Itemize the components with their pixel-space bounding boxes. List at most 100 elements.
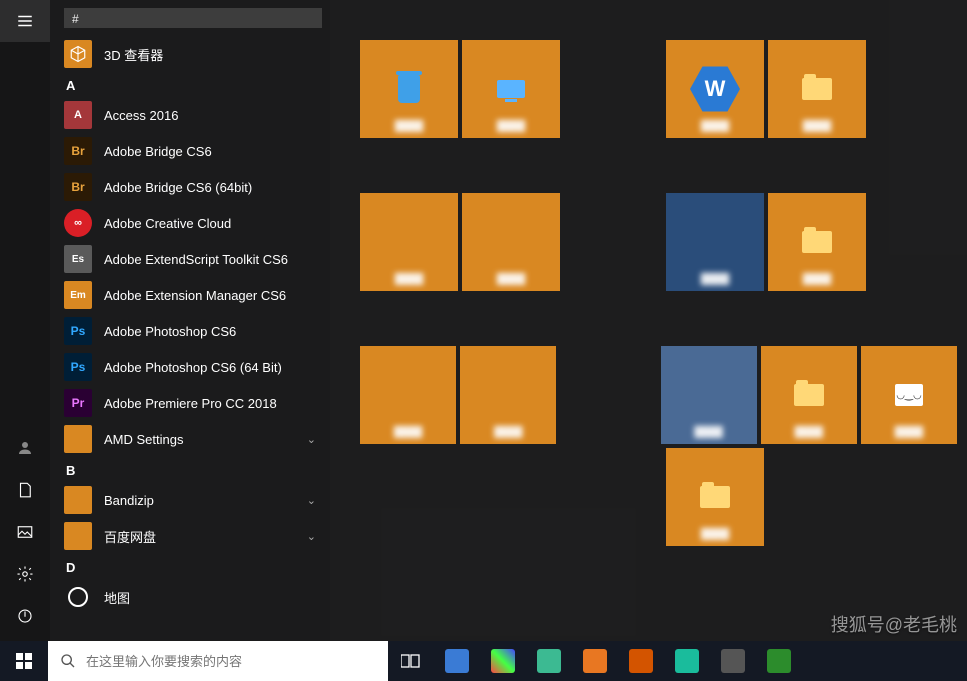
computer-icon — [497, 80, 525, 98]
taskbar-app-2[interactable] — [480, 641, 526, 681]
windows-icon — [16, 653, 32, 669]
premiere-icon: Pr — [64, 389, 92, 417]
list-top-hint: # — [64, 8, 322, 28]
taskbar-icons — [388, 641, 802, 681]
pictures-icon — [16, 523, 34, 541]
tile-row-4: ████ — [360, 448, 957, 546]
tile-recycle-bin[interactable]: ████ — [360, 40, 458, 138]
letter-header-a[interactable]: A — [50, 72, 330, 97]
taskbar-app-7[interactable] — [710, 641, 756, 681]
extension-manager-icon: Em — [64, 281, 92, 309]
tile-folder-3[interactable]: ████ — [761, 346, 857, 444]
tile-folder-4[interactable]: ████ — [666, 448, 764, 546]
app-label: Bandizip — [104, 493, 295, 508]
hamburger-button[interactable] — [0, 0, 50, 42]
wps-icon: W — [690, 64, 740, 114]
chevron-down-icon: ⌄ — [307, 433, 316, 446]
app-amd-settings[interactable]: AMD Settings ⌄ — [50, 421, 330, 457]
power-icon — [16, 607, 34, 625]
tile-generic-6[interactable]: ████ — [661, 346, 757, 444]
taskbar-app-6[interactable] — [664, 641, 710, 681]
folder-icon — [794, 384, 824, 406]
hamburger-icon — [16, 12, 34, 30]
gear-icon — [16, 565, 34, 583]
left-rail — [0, 0, 50, 641]
app-extension-manager[interactable]: Em Adobe Extension Manager CS6 — [50, 277, 330, 313]
app-extendscript[interactable]: Es Adobe ExtendScript Toolkit CS6 — [50, 241, 330, 277]
app-3d-viewer[interactable]: 3D 查看器 — [50, 36, 330, 72]
tile-face[interactable]: ◡‿◡████ — [861, 346, 957, 444]
app-bridge64[interactable]: Br Adobe Bridge CS6 (64bit) — [50, 169, 330, 205]
tile-wps[interactable]: W████ — [666, 40, 764, 138]
settings-button[interactable] — [0, 553, 50, 595]
app-baidu-netdisk[interactable]: 百度网盘 ⌄ — [50, 518, 330, 554]
letter-header-b[interactable]: B — [50, 457, 330, 482]
app-label: Adobe Extension Manager CS6 — [104, 288, 316, 303]
taskbar-app-8[interactable] — [756, 641, 802, 681]
recycle-bin-icon — [398, 75, 420, 103]
document-icon — [16, 481, 34, 499]
app-label: Adobe Bridge CS6 — [104, 144, 316, 159]
app-bandizip[interactable]: Bandizip ⌄ — [50, 482, 330, 518]
folder-icon — [64, 486, 92, 514]
app-label: AMD Settings — [104, 432, 295, 447]
search-input[interactable] — [86, 654, 376, 669]
tile-row-2: ████ ████ ████ ████ — [360, 193, 957, 291]
documents-button[interactable] — [0, 469, 50, 511]
app-premiere[interactable]: Pr Adobe Premiere Pro CC 2018 — [50, 385, 330, 421]
photoshop-icon: Ps — [64, 353, 92, 381]
task-view-icon — [401, 653, 421, 669]
folder-icon — [802, 78, 832, 100]
search-icon — [60, 653, 76, 669]
taskbar-search[interactable] — [48, 641, 388, 681]
tile-row-1: ████ ████ W████ ████ — [360, 40, 957, 138]
bridge-icon: Br — [64, 173, 92, 201]
camera-icon — [64, 583, 92, 611]
app-access[interactable]: A Access 2016 — [50, 97, 330, 133]
folder-icon — [64, 522, 92, 550]
app-label: Adobe Photoshop CS6 — [104, 324, 316, 339]
app-list[interactable]: # 3D 查看器 A A Access 2016 Br Adobe Bridge… — [50, 0, 330, 641]
start-button[interactable] — [0, 641, 48, 681]
chevron-down-icon: ⌄ — [307, 494, 316, 507]
power-button[interactable] — [0, 595, 50, 637]
taskbar-app-4[interactable] — [572, 641, 618, 681]
start-menu: # 3D 查看器 A A Access 2016 Br Adobe Bridge… — [0, 0, 967, 641]
tile-folder-1[interactable]: ████ — [768, 40, 866, 138]
taskbar — [0, 641, 967, 681]
tile-generic-3[interactable]: ████ — [666, 193, 764, 291]
tile-this-pc[interactable]: ████ — [462, 40, 560, 138]
app-photoshop64[interactable]: Ps Adobe Photoshop CS6 (64 Bit) — [50, 349, 330, 385]
tile-generic-2[interactable]: ████ — [462, 193, 560, 291]
pictures-button[interactable] — [0, 511, 50, 553]
app-creative-cloud[interactable]: ∞ Adobe Creative Cloud — [50, 205, 330, 241]
app-label: Adobe Creative Cloud — [104, 216, 316, 231]
account-button[interactable] — [0, 427, 50, 469]
folder-icon — [802, 231, 832, 253]
taskbar-app-3[interactable] — [526, 641, 572, 681]
app-maps[interactable]: 地图 — [50, 579, 330, 615]
user-icon — [16, 439, 34, 457]
app-label: 地图 — [104, 588, 316, 607]
tile-generic-4[interactable]: ████ — [360, 346, 456, 444]
cube-icon — [64, 40, 92, 68]
app-label: Access 2016 — [104, 108, 316, 123]
tile-generic-1[interactable]: ████ — [360, 193, 458, 291]
tile-folder-2[interactable]: ████ — [768, 193, 866, 291]
taskbar-app-1[interactable] — [434, 641, 480, 681]
app-label: 3D 查看器 — [104, 45, 316, 64]
app-label: Adobe Premiere Pro CC 2018 — [104, 396, 316, 411]
app-bridge[interactable]: Br Adobe Bridge CS6 — [50, 133, 330, 169]
extendscript-icon: Es — [64, 245, 92, 273]
taskbar-app-5[interactable] — [618, 641, 664, 681]
access-icon: A — [64, 101, 92, 129]
task-view-button[interactable] — [388, 641, 434, 681]
photoshop-icon: Ps — [64, 317, 92, 345]
tile-row-3: ████ ████ ████ ████ ◡‿◡████ — [360, 346, 957, 444]
app-photoshop[interactable]: Ps Adobe Photoshop CS6 — [50, 313, 330, 349]
tile-generic-5[interactable]: ████ — [460, 346, 556, 444]
letter-header-d[interactable]: D — [50, 554, 330, 579]
app-label: Adobe Photoshop CS6 (64 Bit) — [104, 360, 316, 375]
folder-icon — [64, 425, 92, 453]
bridge-icon: Br — [64, 137, 92, 165]
